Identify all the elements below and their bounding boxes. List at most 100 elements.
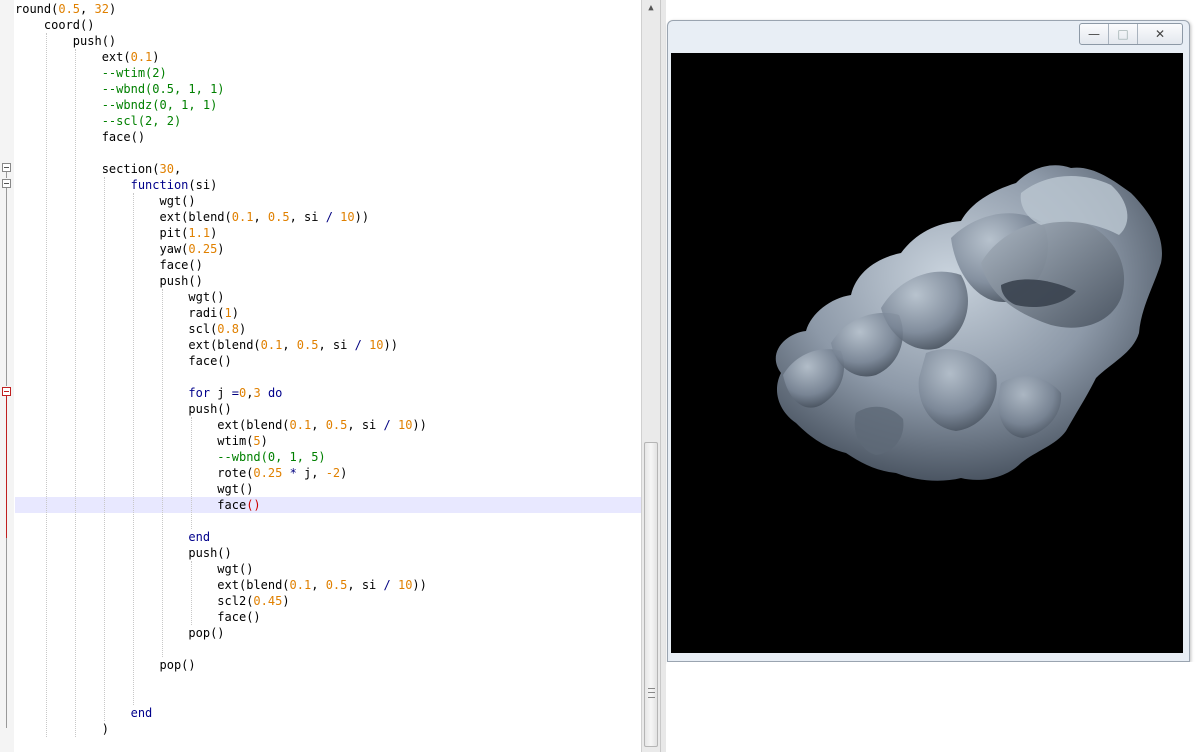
vertical-scrollbar[interactable]: ▲	[641, 0, 660, 752]
scroll-up-arrow-icon[interactable]: ▲	[642, 0, 660, 17]
close-button[interactable]: ✕	[1138, 24, 1182, 44]
code-line[interactable]: scl(0.8)	[15, 321, 246, 337]
code-token: 3	[253, 386, 261, 400]
code-token: j	[210, 386, 232, 400]
fold-marker-icon[interactable]	[2, 163, 11, 172]
code-lines[interactable]: round(0.5, 32) coord() push() ext(0.1) -…	[15, 0, 640, 752]
code-token: 5	[253, 434, 261, 448]
code-token: ,	[311, 578, 326, 592]
code-line[interactable]: face()	[15, 353, 232, 369]
code-token: ext(blend(	[15, 338, 261, 352]
code-line[interactable]: pop()	[15, 625, 224, 641]
fold-marker-icon[interactable]	[2, 179, 11, 188]
code-line[interactable]: wgt()	[15, 289, 225, 305]
code-line[interactable]: --scl(2, 2)	[15, 113, 181, 129]
close-icon: ✕	[1154, 27, 1166, 41]
code-token: 0.5	[58, 2, 81, 16]
fold-gutter[interactable]	[0, 0, 14, 752]
code-line[interactable]: coord()	[15, 17, 95, 33]
code-token: -2	[325, 466, 341, 480]
code-token: --scl(2, 2)	[15, 114, 182, 128]
code-token: , si	[289, 210, 326, 224]
code-line[interactable]: wgt()	[15, 481, 253, 497]
code-line[interactable]: face()	[15, 129, 145, 145]
code-line[interactable]: --wtim(2)	[15, 65, 167, 81]
code-token: do	[267, 386, 283, 400]
code-token: coord()	[15, 18, 95, 32]
code-token: ()	[246, 498, 261, 512]
code-token: 0.25	[253, 466, 283, 480]
code-line[interactable]: end	[15, 529, 210, 545]
code-token: ))	[383, 338, 398, 352]
code-token: /	[383, 578, 391, 592]
code-token: )	[238, 322, 247, 336]
code-line[interactable]: radi(1)	[15, 305, 239, 321]
code-line[interactable]: scl2(0.45)	[15, 593, 289, 609]
window-titlebar[interactable]: — □ ✕	[668, 21, 1189, 51]
code-token: 10	[340, 210, 355, 224]
code-line[interactable]: yaw(0.25)	[15, 241, 224, 257]
code-line[interactable]: rote(0.25 * j, -2)	[15, 465, 347, 481]
code-token: ext(blend(	[15, 578, 290, 592]
code-line[interactable]: push()	[15, 401, 232, 417]
code-token: /	[325, 210, 333, 224]
code-token: , si	[347, 578, 384, 592]
code-token: face	[15, 498, 247, 512]
code-token: )	[260, 434, 268, 448]
code-line[interactable]: for j =0,3 do	[15, 385, 282, 401]
code-token: wgt()	[15, 290, 225, 304]
code-token: --wbnd(0.5, 1, 1)	[15, 82, 225, 96]
code-line[interactable]: function(si)	[15, 177, 218, 193]
code-line[interactable]: face()	[15, 497, 261, 513]
code-token: =	[231, 386, 239, 400]
code-line[interactable]: wgt()	[15, 561, 253, 577]
code-token: pop()	[15, 658, 196, 672]
code-token: wgt()	[15, 194, 196, 208]
render-canvas[interactable]	[671, 53, 1183, 653]
code-token: 10	[369, 338, 384, 352]
code-line[interactable]: face()	[15, 609, 260, 625]
code-line[interactable]: section(30,	[15, 161, 182, 177]
code-token: push()	[15, 34, 117, 48]
code-line[interactable]: push()	[15, 545, 231, 561]
code-line[interactable]: pop()	[15, 657, 196, 673]
code-token: )	[340, 466, 348, 480]
code-token: 0.1	[260, 338, 283, 352]
code-token: function	[130, 178, 189, 192]
code-line[interactable]: wtim(5)	[15, 433, 268, 449]
code-token: 1.1	[188, 226, 211, 240]
code-line[interactable]: push()	[15, 273, 202, 289]
code-line[interactable]: )	[15, 721, 109, 737]
code-token: --wtim(2)	[15, 66, 167, 80]
minimize-button[interactable]: —	[1080, 24, 1109, 44]
pane-splitter[interactable]	[660, 0, 666, 752]
code-line[interactable]: ext(blend(0.1, 0.5, si / 10))	[15, 417, 427, 433]
code-line[interactable]: --wbnd(0, 1, 5)	[15, 449, 325, 465]
code-line[interactable]: face()	[15, 257, 202, 273]
code-token: scl2(	[15, 594, 254, 608]
code-line[interactable]: ext(0.1)	[15, 49, 160, 65]
code-line[interactable]: ext(blend(0.1, 0.5, si / 10))	[15, 209, 369, 225]
maximize-button[interactable]: □	[1109, 24, 1138, 44]
code-token: face()	[15, 354, 232, 368]
code-line[interactable]: pit(1.1)	[15, 225, 217, 241]
code-line[interactable]: ext(blend(0.1, 0.5, si / 10))	[15, 577, 427, 593]
code-token: pit(	[15, 226, 189, 240]
desktop-background	[667, 662, 1195, 752]
render-window[interactable]: — □ ✕	[667, 20, 1190, 662]
code-line[interactable]: round(0.5, 32)	[15, 1, 116, 17]
code-line[interactable]: --wbnd(0.5, 1, 1)	[15, 81, 225, 97]
code-line[interactable]: --wbndz(0, 1, 1)	[15, 97, 218, 113]
code-editor[interactable]: round(0.5, 32) coord() push() ext(0.1) -…	[0, 0, 660, 752]
scrollbar-thumb[interactable]	[644, 442, 658, 747]
code-line[interactable]: ext(blend(0.1, 0.5, si / 10))	[15, 337, 398, 353]
code-token: ,	[173, 162, 182, 176]
fold-marker-icon[interactable]	[2, 387, 11, 396]
code-line[interactable]: end	[15, 705, 153, 721]
code-token: push()	[15, 402, 232, 416]
code-line[interactable]: wgt()	[15, 193, 196, 209]
code-line[interactable]: push()	[15, 33, 116, 49]
